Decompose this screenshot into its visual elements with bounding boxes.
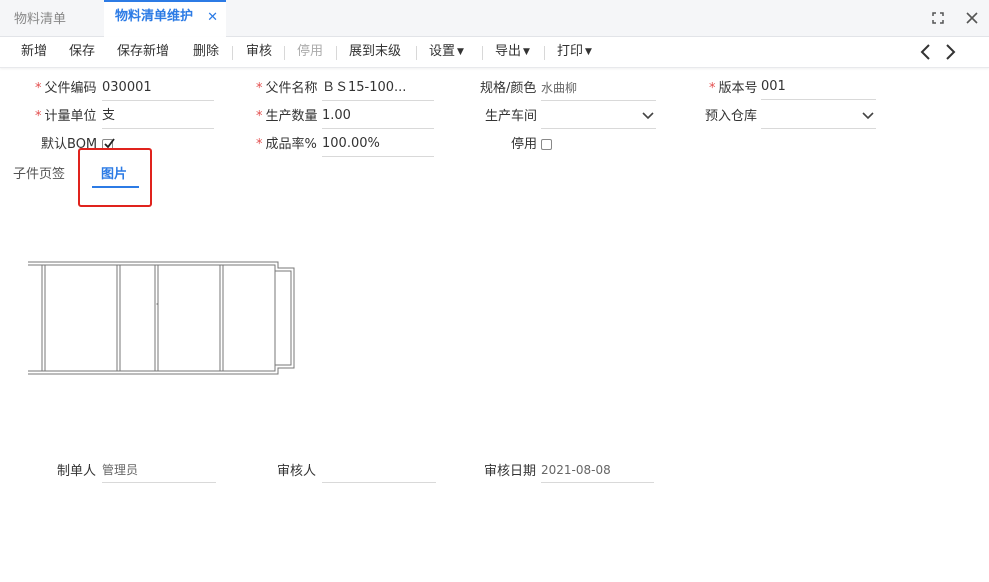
quantity-label: * 生产数量 — [256, 108, 318, 126]
warehouse-label: 预入仓库 — [705, 109, 758, 124]
previous-record-icon[interactable] — [918, 43, 934, 61]
workshop-label: 生产车间 — [485, 109, 538, 124]
new-button[interactable]: 新增 — [21, 37, 47, 67]
settings-dropdown[interactable]: 设置 ▼ — [429, 37, 464, 67]
toolbar-divider — [232, 46, 233, 60]
chevron-down-icon: ▼ — [585, 47, 592, 57]
disable-button[interactable]: 停用 — [297, 37, 323, 67]
delete-button[interactable]: 删除 — [193, 37, 219, 67]
highlight-annotation-box — [78, 148, 152, 207]
product-drawing-image — [28, 261, 295, 375]
yield-rate-label: * 成品率% — [256, 136, 317, 154]
version-label: * 版本号 — [709, 80, 758, 98]
tab-bom-maintenance-label: 物料清单维护 — [115, 9, 194, 24]
spec-color-label: 规格/颜色 — [480, 81, 537, 96]
auditor-value — [322, 459, 436, 483]
close-tab-icon[interactable]: ✕ — [207, 0, 218, 37]
quantity-label-text: 生产数量 — [265, 109, 318, 124]
required-marker: * — [256, 137, 263, 152]
toolbar-divider — [416, 46, 417, 60]
unit-input[interactable]: 支 — [102, 105, 214, 129]
export-dropdown[interactable]: 导出 ▼ — [495, 37, 530, 67]
audit-date-label: 审核日期 — [484, 464, 537, 479]
settings-label: 设置 — [429, 44, 456, 59]
toolbar-divider — [284, 46, 285, 60]
parent-code-label-text: 父件编码 — [44, 81, 97, 96]
save-new-button[interactable]: 保存新增 — [117, 37, 169, 67]
chevron-down-icon: ▼ — [457, 47, 464, 57]
audit-button[interactable]: 审核 — [246, 37, 272, 67]
tab-bom-maintenance[interactable]: 物料清单维护 ✕ — [104, 0, 226, 37]
parent-name-input[interactable]: ＢＳ15-100... — [322, 77, 434, 101]
tab-bar: 物料清单 物料清单维护 ✕ — [0, 0, 989, 37]
chevron-down-icon — [862, 112, 874, 120]
toolbar-divider — [544, 46, 545, 60]
subtab-child-items[interactable]: 子件页签 — [13, 165, 65, 185]
chevron-down-icon: ▼ — [523, 47, 530, 57]
creator-label: 制单人 — [57, 464, 97, 479]
maximize-icon[interactable] — [928, 8, 948, 28]
spec-color-input[interactable]: 水曲柳 — [541, 77, 656, 101]
yield-rate-label-text: 成品率% — [265, 137, 317, 152]
quantity-input[interactable]: 1.00 — [322, 105, 434, 129]
save-button[interactable]: 保存 — [69, 37, 95, 67]
print-label: 打印 — [557, 44, 584, 59]
creator-value: 管理员 — [102, 459, 216, 483]
version-input[interactable]: 001 — [761, 76, 876, 100]
parent-name-label: * 父件名称 — [256, 80, 318, 98]
next-record-icon[interactable] — [942, 43, 958, 61]
required-marker: * — [709, 81, 716, 96]
expand-to-last-level-button[interactable]: 展到末级 — [349, 37, 401, 67]
chevron-down-icon — [642, 112, 654, 120]
toolbar-divider — [336, 46, 337, 60]
yield-rate-input[interactable]: 100.00% — [322, 133, 434, 157]
version-label-text: 版本号 — [718, 81, 758, 96]
close-window-icon[interactable] — [962, 8, 982, 28]
parent-code-label: * 父件编码 — [35, 80, 97, 98]
toolbar: 新增 保存 保存新增 删除 审核 停用 展到末级 设置 ▼ 导出 ▼ 打印 ▼ — [0, 37, 989, 68]
tab-bom-list-label: 物料清单 — [14, 12, 67, 27]
audit-date-value: 2021-08-08 — [541, 459, 654, 483]
print-dropdown[interactable]: 打印 ▼ — [557, 37, 592, 67]
unit-label: * 计量单位 — [35, 108, 97, 126]
required-marker: * — [256, 109, 263, 124]
export-label: 导出 — [495, 44, 522, 59]
workshop-select[interactable] — [541, 105, 656, 129]
parent-name-label-text: 父件名称 — [265, 81, 318, 96]
required-marker: * — [256, 81, 263, 96]
tab-bom-list[interactable]: 物料清单 — [14, 0, 66, 36]
required-marker: * — [35, 81, 42, 96]
toolbar-divider — [482, 46, 483, 60]
disabled-checkbox[interactable] — [541, 139, 552, 150]
auditor-label: 审核人 — [277, 464, 317, 479]
parent-code-input[interactable]: 030001 — [102, 77, 214, 101]
unit-label-text: 计量单位 — [44, 109, 97, 124]
disabled-label: 停用 — [511, 137, 538, 152]
required-marker: * — [35, 109, 42, 124]
warehouse-select[interactable] — [761, 105, 876, 129]
